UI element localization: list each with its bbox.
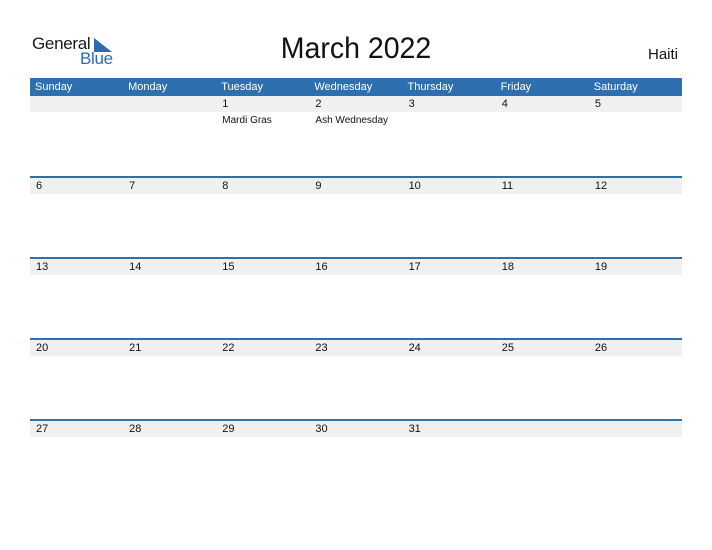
day-cell: 12 [589, 178, 682, 259]
holiday-label: Mardi Gras [222, 115, 272, 126]
day-number: 10 [408, 180, 421, 192]
day-cell: 10 [403, 178, 496, 259]
day-cell: 4 [496, 96, 589, 177]
day-cell: 3 [403, 96, 496, 177]
day-cell: 24 [403, 340, 496, 421]
day-cell: 23 [309, 340, 402, 421]
day-number: 3 [408, 98, 415, 110]
day-cell [496, 421, 589, 502]
day-cell: 14 [123, 259, 216, 340]
day-number: 5 [594, 98, 601, 110]
day-cell: 6 [30, 178, 123, 259]
weekday-monday: Monday [128, 81, 168, 93]
day-number: 18 [501, 261, 514, 273]
day-cell: 30 [309, 421, 402, 502]
day-cell: 25 [496, 340, 589, 421]
day-number: 4 [501, 98, 508, 110]
weekday-saturday: Saturday [593, 81, 638, 93]
week-row: 1 Mardi Gras 2 Ash Wednesday 3 4 5 [30, 96, 682, 177]
day-number: 20 [36, 342, 49, 354]
day-cell: 19 [589, 259, 682, 340]
day-number: 9 [315, 180, 322, 192]
day-cell: 15 [216, 259, 309, 340]
country-label: Haiti [647, 46, 678, 63]
day-number: 25 [501, 342, 514, 354]
day-number: 17 [408, 261, 421, 273]
day-cell: 31 [403, 421, 496, 502]
day-cell: 22 [216, 340, 309, 421]
day-number: 16 [315, 261, 328, 273]
day-number: 2 [315, 98, 322, 110]
day-cell: 18 [496, 259, 589, 340]
day-cell: 1 Mardi Gras [216, 96, 309, 177]
day-number: 26 [594, 342, 608, 354]
day-number: 11 [501, 180, 514, 192]
weekday-sunday: Sunday [35, 81, 73, 93]
day-cell: 7 [123, 178, 216, 259]
day-cell: 28 [123, 421, 216, 502]
day-number: 24 [408, 342, 421, 354]
day-number: 22 [222, 342, 235, 354]
day-cell: 2 Ash Wednesday [309, 96, 402, 177]
week-row: 27 28 29 30 31 [30, 419, 682, 502]
day-cell: 20 [30, 340, 123, 421]
day-cell [30, 96, 123, 177]
day-cell: 5 [589, 96, 682, 177]
day-number: 7 [129, 180, 136, 192]
calendar-title: March 2022 [280, 32, 432, 65]
weekday-tuesday: Tuesday [221, 81, 264, 93]
day-cell: 26 [589, 340, 682, 421]
weekday-wednesday: Wednesday [314, 81, 373, 93]
weekday-header: Sunday Monday Tuesday Wednesday Thursday… [30, 78, 682, 96]
day-number: 6 [36, 180, 43, 192]
day-number: 30 [315, 423, 328, 435]
week-row: 13 14 15 16 17 18 19 [30, 257, 682, 340]
day-number: 27 [36, 423, 49, 435]
day-number: 31 [408, 423, 421, 435]
day-cell: 16 [309, 259, 402, 340]
day-number: 21 [129, 342, 142, 354]
day-number: 13 [36, 261, 49, 273]
day-number: 23 [315, 342, 328, 354]
day-cell [589, 421, 682, 502]
day-number: 19 [594, 261, 608, 273]
weekday-friday: Friday [500, 81, 532, 93]
day-cell: 8 [216, 178, 309, 259]
weekday-thursday: Thursday [407, 81, 454, 93]
day-cell: 17 [403, 259, 496, 340]
day-number: 8 [222, 180, 229, 192]
day-number: 14 [129, 261, 142, 273]
week-row: 20 21 22 23 24 25 26 [30, 338, 682, 421]
day-cell [123, 96, 216, 177]
day-cell: 27 [30, 421, 123, 502]
day-cell: 13 [30, 259, 123, 340]
day-number: 12 [594, 180, 608, 192]
week-row: 6 7 8 9 10 11 12 [30, 176, 682, 259]
day-cell: 9 [309, 178, 402, 259]
day-number: 28 [129, 423, 142, 435]
holiday-label: Ash Wednesday [315, 115, 389, 126]
day-cell: 21 [123, 340, 216, 421]
day-cell: 11 [496, 178, 589, 259]
day-number: 15 [222, 261, 235, 273]
day-number: 1 [222, 98, 229, 110]
day-cell: 29 [216, 421, 309, 502]
day-number: 29 [222, 423, 235, 435]
